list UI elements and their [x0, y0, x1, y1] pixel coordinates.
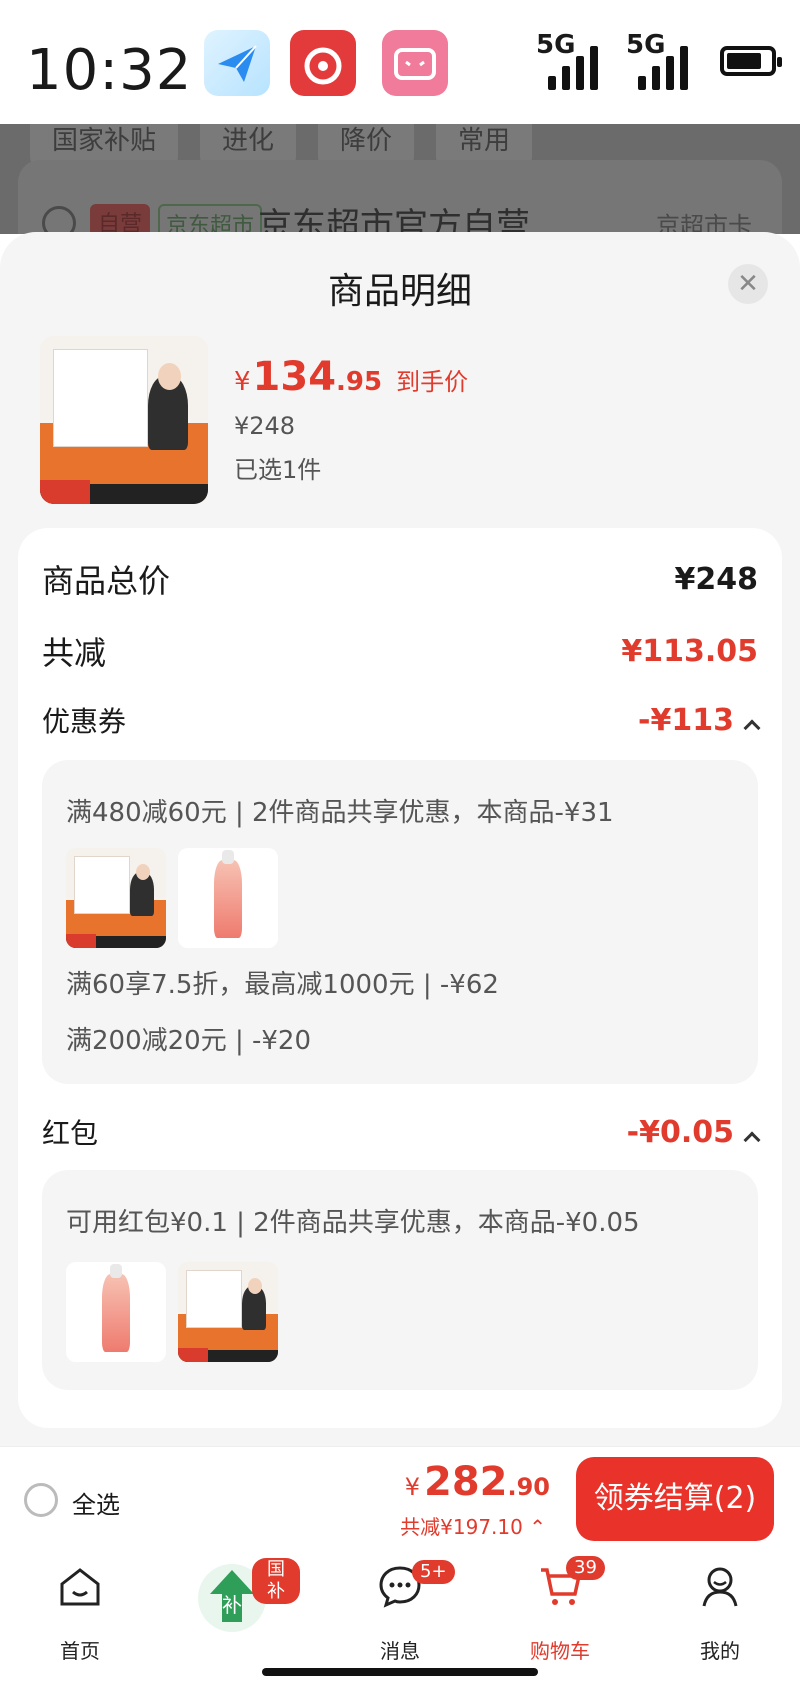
coupon-product-thumb[interactable] — [66, 848, 166, 948]
profile-icon — [702, 1567, 738, 1607]
bg-store-name: 京东超市官方自营 — [258, 206, 530, 234]
tab-messages[interactable]: 5+ 消息 — [340, 1560, 460, 1664]
bg-store-card: 自营 京东超市 京东超市官方自营 京超市卡 — [18, 160, 782, 234]
bg-radio — [42, 206, 76, 234]
subsidy-badge: 国补 — [252, 1558, 300, 1604]
select-all-label[interactable]: 全选 — [72, 1485, 120, 1520]
saved-amount[interactable]: 共减¥197.10 ⌃ — [400, 1511, 546, 1540]
bilibili-app-icon — [382, 30, 448, 96]
total-row: 商品总价 ¥248 — [42, 561, 758, 601]
sheet-title: 商品明细 — [327, 271, 472, 312]
background-page: 国家补贴 进化 降价 常用 自营 京东超市 京东超市官方自营 京超市卡 — [0, 124, 800, 234]
cart-total: ¥ 282 .90 — [404, 1459, 550, 1505]
redpacket-product-thumb[interactable] — [66, 1262, 166, 1362]
tab-bar: 首页 补 国补 5+ 消息 39 购物车 我的 — [0, 1550, 800, 1688]
coupon-product-thumb[interactable] — [178, 848, 278, 948]
battery-icon — [720, 46, 782, 76]
coupon-line: 满60享7.5折，最高减1000元 | -¥62 — [66, 970, 499, 1000]
checkout-button[interactable]: 领券结算(2) — [576, 1457, 774, 1541]
bg-right-text: 京超市卡 — [656, 212, 752, 234]
redpacket-line: 可用红包¥0.1 | 2件商品共享优惠，本商品-¥0.05 — [66, 1208, 640, 1238]
price-detail-card: 商品总价 ¥248 共减 ¥113.05 优惠券 -¥113 满480减60元 … — [18, 528, 782, 1428]
product-thumbnail[interactable] — [40, 336, 208, 504]
chevron-up-icon: ⌃ — [529, 1515, 546, 1539]
tab-subsidy[interactable]: 补 国补 — [180, 1558, 300, 1664]
status-time: 10:32 — [26, 38, 193, 103]
coupon-panel: 满480减60元 | 2件商品共享优惠，本商品-¥31 满60享7.5折，最高减… — [42, 760, 758, 1084]
original-price: ¥248 — [234, 412, 296, 440]
cart-badge: 39 — [566, 1556, 605, 1580]
coupon-line: 满200减20元 | -¥20 — [66, 1026, 312, 1056]
close-button[interactable]: ✕ — [728, 264, 768, 304]
selected-count: 已选1件 — [234, 456, 322, 484]
close-icon: ✕ — [737, 269, 759, 299]
status-bar: 10:32 5G 5G — [0, 0, 800, 124]
message-badge: 5+ — [412, 1560, 455, 1584]
redpacket-row[interactable]: 红包 -¥0.05 — [42, 1112, 761, 1152]
chevron-up-icon — [743, 719, 761, 736]
svg-text:补: 补 — [222, 1593, 242, 1617]
music-app-icon — [290, 30, 356, 96]
home-icon — [60, 1568, 100, 1606]
final-price: ¥ 134 .95 到手价 — [234, 354, 469, 400]
redpacket-panel: 可用红包¥0.1 | 2件商品共享优惠，本商品-¥0.05 — [42, 1170, 758, 1390]
select-all-checkbox[interactable] — [24, 1483, 58, 1517]
send-app-icon — [204, 30, 270, 96]
coupon-line: 满480减60元 | 2件商品共享优惠，本商品-¥31 — [66, 798, 614, 828]
signal-icon: 5G — [626, 30, 706, 90]
checkout-bar: 全选 ¥ 282 .90 共减¥197.10 ⌃ 领券结算(2) — [0, 1446, 800, 1550]
bg-market-tag: 京东超市 — [158, 204, 263, 234]
redpacket-product-thumb[interactable] — [178, 1262, 278, 1362]
signal-icon: 5G — [536, 30, 616, 90]
tab-profile[interactable]: 我的 — [660, 1564, 780, 1664]
tab-cart[interactable]: 39 购物车 — [500, 1556, 620, 1664]
coupon-row[interactable]: 优惠券 -¥113 — [42, 700, 761, 740]
tab-home[interactable]: 首页 — [20, 1564, 140, 1664]
chevron-up-icon — [743, 1131, 761, 1148]
reduce-row: 共减 ¥113.05 — [42, 633, 758, 673]
bg-self-tag: 自营 — [90, 204, 151, 234]
home-indicator — [262, 1668, 538, 1676]
